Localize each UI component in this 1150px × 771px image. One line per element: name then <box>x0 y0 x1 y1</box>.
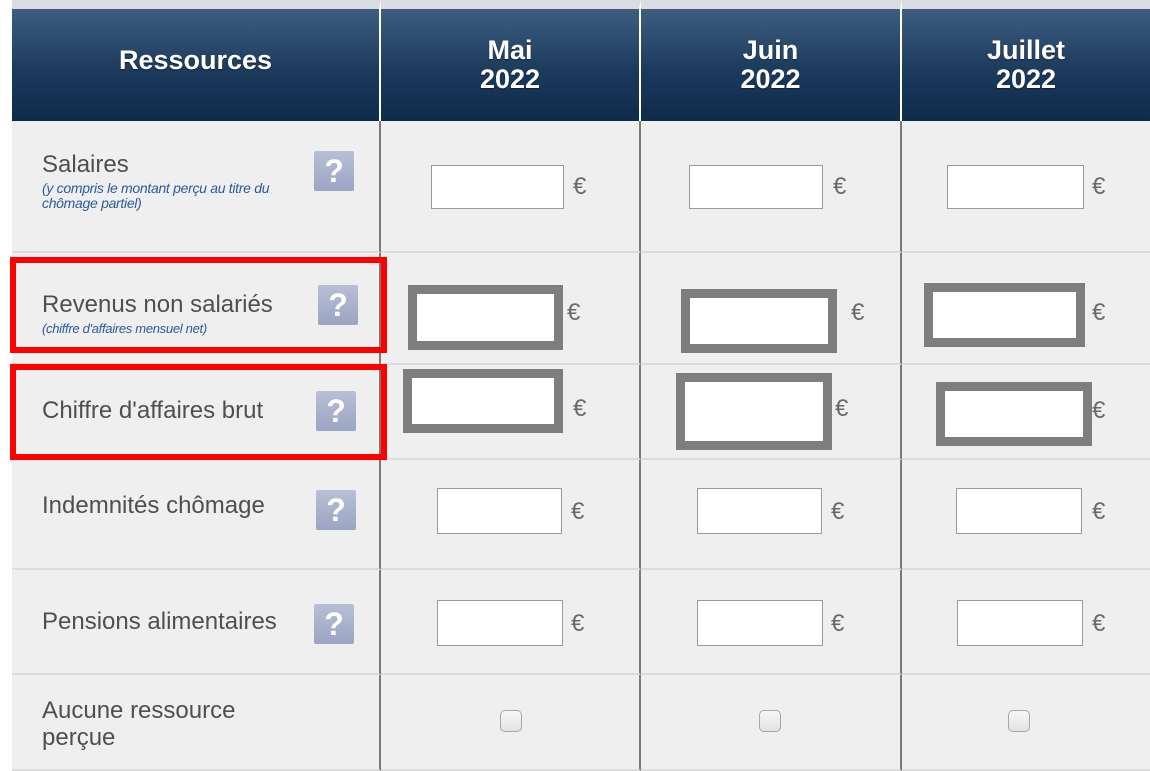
indemnites-juin-input[interactable] <box>697 488 822 534</box>
pensions-juillet-input[interactable] <box>957 600 1083 646</box>
euro-sign: € <box>571 498 585 525</box>
question-mark-icon[interactable]: ? <box>314 604 354 644</box>
salaires-mai-input[interactable] <box>431 165 564 209</box>
indemnites-juillet-input[interactable] <box>956 488 1082 534</box>
highlight-chiffre-affaires-brut <box>10 364 387 460</box>
euro-sign: € <box>571 610 585 637</box>
revenus-juillet-input[interactable] <box>924 283 1085 347</box>
header-month-label: Mai <box>487 35 533 65</box>
euro-sign: € <box>1092 173 1106 200</box>
chiffre-mai-input[interactable] <box>403 369 563 433</box>
row-indemnites-juillet: € <box>902 460 1150 570</box>
euro-sign: € <box>1092 397 1106 424</box>
header-year-label: 2022 <box>740 64 801 94</box>
row-label: Salaires <box>42 151 129 178</box>
row-pensions-juin: € <box>641 570 902 675</box>
row-salaires-label: Salaires (y compris le montant perçu au … <box>12 121 381 253</box>
euro-sign: € <box>851 299 865 326</box>
row-chiffre-juillet: € <box>902 365 1150 460</box>
row-indemnites-mai: € <box>381 460 641 570</box>
row-pensions-mai: € <box>381 570 641 675</box>
chiffre-juin-input[interactable] <box>676 373 832 450</box>
row-aucune-juillet <box>902 675 1150 771</box>
header-month-juillet: Juillet 2022 <box>902 0 1150 121</box>
revenus-juin-input[interactable] <box>681 289 837 353</box>
salaires-juin-input[interactable] <box>689 165 823 209</box>
row-revenus-juillet: € <box>902 253 1150 365</box>
indemnites-mai-input[interactable] <box>437 488 562 534</box>
row-revenus-mai: € <box>381 253 641 365</box>
row-label: Pensions alimentaires <box>42 608 277 635</box>
row-pensions-juillet: € <box>902 570 1150 675</box>
row-label: Indemnités chômage <box>42 492 265 519</box>
euro-sign: € <box>567 299 581 326</box>
pensions-juin-input[interactable] <box>697 600 823 646</box>
aucune-juin-checkbox[interactable] <box>759 710 781 732</box>
row-salaires-juin: € <box>641 121 902 253</box>
row-indemnites-label: Indemnités chômage ? <box>12 460 381 570</box>
row-pensions-label: Pensions alimentaires ? <box>12 570 381 675</box>
salaires-juillet-input[interactable] <box>947 165 1084 209</box>
row-revenus-juin: € <box>641 253 902 365</box>
euro-sign: € <box>1092 610 1106 637</box>
header-ressources-label: Ressources <box>118 44 273 75</box>
row-chiffre-mai: € <box>381 365 641 460</box>
header-year-label: 2022 <box>479 64 541 94</box>
euro-sign: € <box>1092 299 1106 326</box>
euro-sign: € <box>831 498 845 525</box>
header-ressources: Ressources <box>12 0 381 121</box>
header-month-juin: Juin 2022 <box>641 0 902 121</box>
question-mark-icon[interactable]: ? <box>314 151 354 191</box>
header-month-label: Juillet <box>986 35 1066 65</box>
aucune-mai-checkbox[interactable] <box>500 710 522 732</box>
euro-sign: € <box>831 610 845 637</box>
row-label: Aucune ressource perçue <box>42 697 236 751</box>
revenus-mai-input[interactable] <box>408 285 563 350</box>
header-month-mai: Mai 2022 <box>381 0 641 121</box>
euro-sign: € <box>1092 498 1106 525</box>
row-chiffre-juin: € <box>641 365 902 460</box>
row-aucune-mai <box>381 675 641 771</box>
row-salaires-mai: € <box>381 121 641 253</box>
euro-sign: € <box>835 395 849 422</box>
row-sublabel: (y compris le montant perçu au titre du … <box>42 180 270 211</box>
header-year-label: 2022 <box>995 64 1057 94</box>
header-month-label: Juin <box>742 35 799 65</box>
question-mark-icon[interactable]: ? <box>316 490 356 530</box>
row-salaires-juillet: € <box>902 121 1150 253</box>
row-aucune-juin <box>641 675 902 771</box>
chiffre-juillet-input[interactable] <box>936 382 1092 446</box>
highlight-revenus-non-salaries <box>10 257 387 353</box>
euro-sign: € <box>573 395 587 422</box>
euro-sign: € <box>573 173 587 200</box>
pensions-mai-input[interactable] <box>437 600 563 646</box>
aucune-juillet-checkbox[interactable] <box>1008 710 1030 732</box>
euro-sign: € <box>833 173 847 200</box>
row-aucune-label: Aucune ressource perçue <box>12 675 381 771</box>
row-indemnites-juin: € <box>641 460 902 570</box>
